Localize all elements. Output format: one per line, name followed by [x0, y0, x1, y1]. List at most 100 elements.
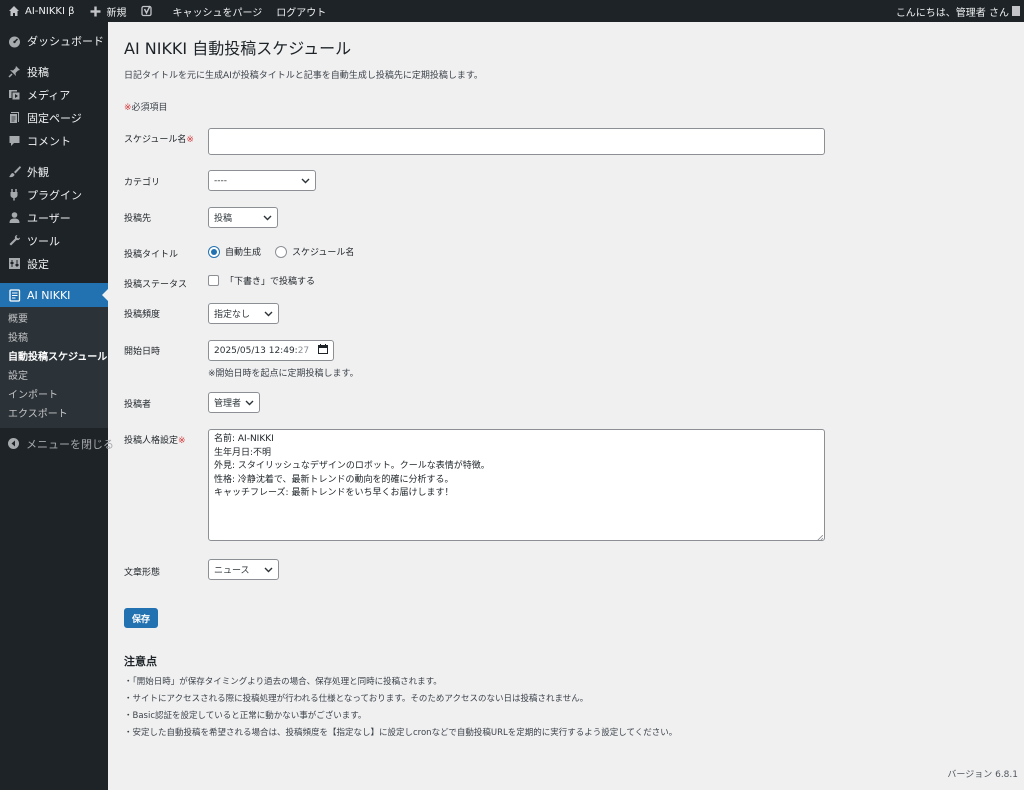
persona-line: 生年月日:不明 — [214, 447, 272, 458]
page-title: AI NIKKI 自動投稿スケジュール — [124, 39, 352, 58]
sidebar-item-plugins[interactable]: プラグイン — [0, 183, 108, 206]
draft-checkbox-group: 「下書き」で投稿する — [208, 274, 315, 287]
chevron-down-icon — [300, 176, 310, 186]
frequency-select[interactable]: 指定なし — [208, 303, 279, 324]
wrench-icon — [7, 234, 21, 248]
start-datetime-main: 2025/05/13 12:49: — [214, 345, 298, 356]
sidebar-item-settings[interactable]: 設定 — [0, 252, 108, 275]
greeting-text: こんにちは、管理者 さん — [895, 7, 1009, 19]
submenu-item-import[interactable]: インポート — [0, 386, 108, 405]
collapse-arrow-icon — [7, 437, 20, 451]
logout-link[interactable]: ログアウト — [269, 0, 333, 22]
site-name-link[interactable]: AI-NIKKI β — [0, 0, 81, 22]
sidebar-item-label: 固定ページ — [27, 111, 82, 125]
chevron-down-icon — [262, 213, 272, 223]
radio-auto-generate[interactable] — [208, 245, 220, 258]
collapse-menu-button[interactable]: メニューを閉じる — [0, 432, 114, 455]
chevron-down-icon — [263, 565, 273, 575]
version-text: バージョン 6.8.1 — [947, 770, 1018, 780]
sidebar-item-tools[interactable]: ツール — [0, 229, 108, 252]
start-datetime-hint: ※開始日時を起点に定期投稿します。 — [208, 369, 359, 379]
persona-textarea[interactable]: 名前: AI-NIKKI 生年月日:不明 外見: スタイリッシュなデザインのロボ… — [208, 429, 825, 542]
post-status-label: 投稿ステータス — [124, 280, 188, 290]
submenu-item-posts[interactable]: 投稿 — [0, 329, 108, 348]
writing-style-select[interactable]: ニュース — [208, 559, 279, 580]
sidebar-item-users[interactable]: ユーザー — [0, 206, 108, 229]
notes-list: ・「開始日時」が保存タイミングより過去の場合、保存処理と同時に投稿されます。 ・… — [124, 674, 677, 742]
persona-line: 外見: スタイリッシュなデザインのロボット。クールな表情が特徴。 — [214, 461, 490, 471]
post-title-radio-group: 自動生成 スケジュール名 — [208, 245, 354, 258]
author-selected-value: 管理者 — [214, 399, 242, 409]
main-content: AI NIKKI 自動投稿スケジュール 日記タイトルを元に生成AIが投稿タイトル… — [108, 22, 1024, 790]
author-label: 投稿者 — [124, 400, 152, 410]
sidebar-item-label: コメント — [27, 134, 71, 148]
submenu-item-overview[interactable]: 概要 — [0, 310, 108, 329]
category-label: カテゴリ — [124, 178, 161, 188]
plug-icon — [7, 188, 21, 202]
list-item: ・Basic認証を設定していると正常に動かない事がございます。 — [124, 711, 367, 721]
persona-line: 性格: 冷静沈着で、最新トレンドの動向を的確に分析する。 — [214, 474, 454, 485]
category-select[interactable]: ---- — [208, 170, 316, 191]
brush-icon — [7, 165, 21, 179]
page-description: 日記タイトルを元に生成AIが投稿タイトルと記事を自動生成し投稿先に定期投稿します… — [124, 71, 483, 81]
radio-schedule-name[interactable] — [275, 245, 288, 258]
destination-select[interactable]: 投稿 — [208, 207, 278, 228]
my-account-link[interactable]: こんにちは、管理者 さん — [889, 0, 1024, 22]
sidebar-item-posts[interactable]: 投稿 — [0, 60, 108, 83]
destination-label: 投稿先 — [124, 214, 152, 224]
settings-icon — [7, 257, 21, 271]
notes-title: 注意点 — [124, 655, 157, 668]
user-icon — [7, 211, 21, 225]
writing-style-selected-value: ニュース — [214, 566, 250, 576]
pin-icon — [7, 65, 21, 79]
submenu-item-export[interactable]: エクスポート — [0, 405, 108, 424]
collapse-menu-label: メニューを閉じる — [26, 437, 114, 451]
resize-handle-icon[interactable] — [816, 533, 824, 542]
sidebar-item-media[interactable]: メディア — [0, 83, 108, 106]
plus-icon — [88, 4, 102, 18]
author-select[interactable]: 管理者 — [208, 392, 260, 413]
sidebar-item-comments[interactable]: コメント — [0, 129, 108, 152]
admin-bar: AI-NIKKI β 新規 キャッシュをパージ ログアウト こんにちは、管理者 … — [0, 0, 1024, 22]
page-icon — [7, 111, 21, 125]
new-content-label: 新規 — [106, 7, 127, 19]
purge-cache-button[interactable]: キャッシュをパージ — [165, 0, 269, 22]
comment-icon — [7, 134, 21, 148]
yoast-seo-button[interactable] — [133, 0, 165, 22]
sidebar-item-label: メディア — [27, 88, 71, 102]
draft-checkbox[interactable] — [208, 275, 219, 286]
sidebar-item-appearance[interactable]: 外観 — [0, 160, 108, 183]
ai-nikki-submenu: 概要 投稿 自動投稿スケジュール 設定 インポート エクスポート — [0, 307, 108, 428]
save-button[interactable]: 保存 — [124, 608, 159, 628]
yoast-icon — [140, 4, 154, 18]
site-name-label: AI-NIKKI β — [25, 5, 75, 17]
chevron-down-icon — [244, 398, 254, 408]
schedule-name-label: スケジュール名※ — [124, 132, 194, 145]
schedule-name-label-text: スケジュール名 — [124, 135, 187, 145]
admin-sidebar: ダッシュボード 投稿 メディア 固定ページ コメント 外観 プラグイン ユーザー… — [0, 22, 114, 790]
sidebar-item-label: ツール — [27, 234, 60, 248]
submenu-item-auto-schedule[interactable]: 自動投稿スケジュール — [0, 348, 108, 367]
chevron-down-icon — [263, 309, 273, 319]
dashboard-icon — [7, 34, 21, 48]
category-selected-value: ---- — [214, 175, 227, 186]
sidebar-item-pages[interactable]: 固定ページ — [0, 106, 108, 129]
required-mark: ※ — [124, 103, 132, 113]
calendar-icon[interactable] — [318, 344, 328, 357]
sidebar-item-label: 設定 — [27, 257, 49, 271]
submenu-item-settings[interactable]: 設定 — [0, 367, 108, 386]
required-mark: ※ — [186, 135, 194, 145]
post-title-label: 投稿タイトル — [124, 250, 179, 260]
media-icon — [7, 88, 21, 102]
persona-line: 名前: AI-NIKKI — [214, 434, 274, 444]
frequency-selected-value: 指定なし — [214, 310, 251, 320]
schedule-name-input[interactable] — [208, 128, 825, 155]
sidebar-item-dashboard[interactable]: ダッシュボード — [0, 30, 108, 52]
required-mark: ※ — [178, 436, 186, 446]
start-datetime-seconds: 27 — [297, 345, 310, 356]
sidebar-item-ai-nikki[interactable]: AI NIKKI — [0, 283, 108, 307]
start-datetime-value: 2025/05/13 12:49:27 — [214, 346, 309, 356]
sidebar-item-label: プラグイン — [27, 188, 82, 202]
start-datetime-input[interactable]: 2025/05/13 12:49:27 — [208, 340, 334, 361]
new-content-button[interactable]: 新規 — [81, 0, 133, 22]
